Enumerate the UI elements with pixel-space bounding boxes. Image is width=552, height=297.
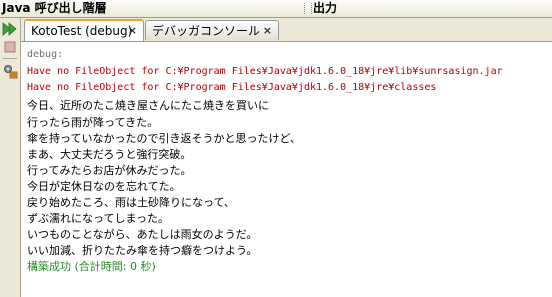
call-hierarchy-title: Java 呼び出し階層 — [2, 1, 107, 15]
stop-icon — [4, 41, 16, 56]
tab-debugger-console[interactable]: デバッガコンソール × — [145, 20, 279, 40]
output-toolbar — [0, 18, 21, 297]
console-line: Have no FileObject for C:¥Program Files¥… — [27, 66, 503, 77]
run-again-button[interactable] — [2, 21, 18, 39]
tab-label: デバッガコンソール — [152, 24, 261, 38]
stop-button[interactable] — [2, 40, 18, 56]
console-line: いつものことながら、あたしは雨女のようだ。 — [27, 228, 258, 241]
console-line: いい加減、折りたたみ傘を持つ癖をつけよう。 — [27, 244, 258, 257]
tab-kototest-debug[interactable]: KotoTest (debug) × — [24, 19, 144, 41]
debug-settings-button[interactable] — [2, 64, 18, 80]
output-tab-strip: KotoTest (debug) × デバッガコンソール × — [21, 18, 552, 42]
console-line-build-success: 構築成功 (合計時間: 0 秒) — [27, 260, 156, 273]
close-icon[interactable]: × — [263, 21, 272, 41]
tab-label: KotoTest (debug) — [31, 24, 133, 38]
toolbar-separator — [3, 58, 17, 59]
console-line: 今日が定休日なのを忘れてた。 — [27, 180, 181, 193]
console-line: 今日、近所のたこ焼き屋さんにたこ焼きを買いに — [27, 99, 269, 112]
close-icon[interactable]: × — [128, 21, 137, 41]
console-line: 傘を持っていなかったので引き返そうかと思ったけど、 — [27, 132, 301, 145]
output-window-title: 出力 — [313, 1, 338, 15]
console-line: debug: — [27, 49, 64, 60]
console-line: まあ、大丈夫だろうと強行突破。 — [27, 148, 192, 161]
output-console[interactable]: debug: Have no FileObject for C:¥Program… — [21, 42, 552, 297]
panel-drag-handle[interactable] — [304, 3, 312, 14]
console-line: Have no FileObject for C:¥Program Files¥… — [27, 82, 437, 93]
console-line: 行ったら雨が降ってきた。 — [27, 116, 159, 129]
console-line: ずぶ濡れになってしまった。 — [27, 212, 170, 225]
console-line: 行ってみたらお店が休みだった。 — [27, 164, 192, 177]
debug-settings-icon — [2, 63, 18, 82]
console-line: 戻り始めたころ、雨は土砂降りになって、 — [27, 196, 235, 209]
top-header-bar: Java 呼び出し階層 出力 — [0, 0, 552, 18]
run-again-icon — [2, 21, 18, 39]
